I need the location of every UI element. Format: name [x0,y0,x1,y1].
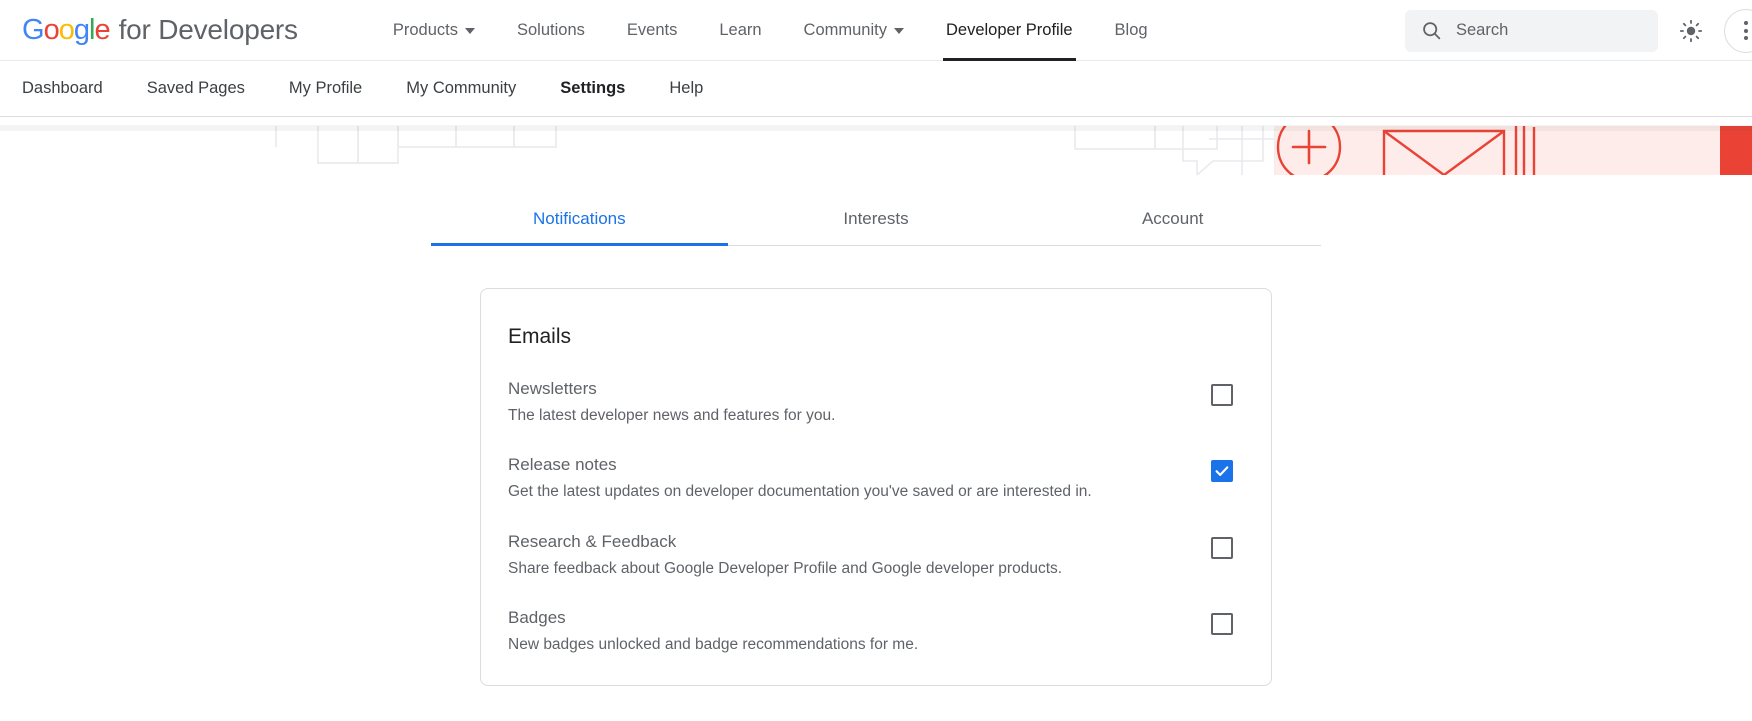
preference-row-badges: Badges New badges unlocked and badge rec… [508,608,1244,654]
checkbox-badges[interactable] [1211,613,1233,635]
subnav-label-settings: Settings [560,79,625,98]
nav-item-learn[interactable]: Learn [698,0,782,61]
nav-label-blog: Blog [1115,21,1148,40]
settings-tabs: Notifications Interests Account [431,195,1321,246]
logo-letter-o2: o [59,14,74,46]
subnav-label-saved-pages: Saved Pages [147,79,245,98]
preference-text: Badges New badges unlocked and badge rec… [508,608,918,654]
subnav-label-my-profile: My Profile [289,79,362,98]
hero-illustration [0,117,1752,175]
brightness-sun-icon[interactable] [1670,10,1712,52]
preference-text: Newsletters The latest developer news an… [508,379,835,425]
preference-description: Share feedback about Google Developer Pr… [508,559,1062,578]
preference-row-newsletters: Newsletters The latest developer news an… [508,379,1244,425]
preference-label: Release notes [508,455,1092,475]
logo-letter-e: e [94,14,109,46]
kebab-dot [1744,21,1748,25]
hero-shadow [0,125,1752,131]
google-wordmark: Google [22,14,110,47]
logo-letter-o1: o [44,14,59,46]
primary-nav: Products Solutions Events Learn Communit… [372,0,1169,61]
nav-item-blog[interactable]: Blog [1094,0,1169,61]
brand-suffix: for Developers [119,14,298,46]
preference-label: Research & Feedback [508,532,1062,552]
nav-label-community: Community [804,21,887,40]
nav-label-solutions: Solutions [517,21,585,40]
preference-description: New badges unlocked and badge recommenda… [508,635,918,654]
header-actions: Search [1405,0,1752,61]
nav-item-developer-profile[interactable]: Developer Profile [925,0,1094,61]
subnav-item-my-community[interactable]: My Community [384,61,538,117]
nav-item-products[interactable]: Products [372,0,496,61]
more-vert-icon[interactable] [1724,9,1752,53]
emails-settings-card: Emails Newsletters The latest developer … [480,288,1272,686]
chevron-down-icon [465,28,475,34]
nav-item-solutions[interactable]: Solutions [496,0,606,61]
subnav-item-my-profile[interactable]: My Profile [267,61,384,117]
checkbox-research-feedback[interactable] [1211,537,1233,559]
logo-letter-g2: g [74,14,89,46]
search-icon [1421,20,1442,41]
kebab-dot [1744,29,1748,33]
subnav-item-settings[interactable]: Settings [538,61,647,117]
tab-notifications[interactable]: Notifications [431,195,728,245]
chevron-down-icon [894,28,904,34]
preference-description: Get the latest updates on developer docu… [508,482,1092,501]
tab-label-account: Account [1142,209,1203,228]
preference-description: The latest developer news and features f… [508,406,835,425]
nav-label-products: Products [393,21,458,40]
nav-label-events: Events [627,21,677,40]
subnav-item-dashboard[interactable]: Dashboard [22,61,125,117]
hero-banner [0,117,1752,175]
profile-subnav: Dashboard Saved Pages My Profile My Comm… [0,61,1752,117]
preference-label: Badges [508,608,918,628]
tab-interests[interactable]: Interests [728,195,1025,245]
nav-label-learn: Learn [719,21,761,40]
preference-label: Newsletters [508,379,835,399]
preference-text: Release notes Get the latest updates on … [508,455,1092,501]
preference-text: Research & Feedback Share feedback about… [508,532,1062,578]
card-title: Emails [508,325,1244,349]
page-root: Google for Developers Products Solutions… [0,0,1752,721]
global-header: Google for Developers Products Solutions… [0,0,1752,61]
search-placeholder: Search [1456,21,1508,40]
hero-top-mask [0,117,1752,126]
preference-row-release-notes: Release notes Get the latest updates on … [508,455,1244,501]
nav-item-events[interactable]: Events [606,0,698,61]
tab-label-interests: Interests [843,209,908,228]
subnav-label-my-community: My Community [406,79,516,98]
subnav-item-help[interactable]: Help [647,61,725,117]
checkbox-newsletters[interactable] [1211,384,1233,406]
settings-content: Notifications Interests Account Emails N… [0,195,1752,686]
subnav-label-help: Help [669,79,703,98]
logo-letter-g1: G [22,14,44,46]
nav-item-community[interactable]: Community [783,0,925,61]
check-icon [1214,463,1230,479]
brand-logo[interactable]: Google for Developers [22,14,298,47]
checkbox-release-notes[interactable] [1211,460,1233,482]
tab-account[interactable]: Account [1024,195,1321,245]
tab-label-notifications: Notifications [533,209,626,228]
subnav-item-saved-pages[interactable]: Saved Pages [125,61,267,117]
subnav-label-dashboard: Dashboard [22,79,103,98]
preference-row-research-feedback: Research & Feedback Share feedback about… [508,532,1244,578]
nav-label-developer-profile: Developer Profile [946,21,1073,40]
kebab-dot [1744,36,1748,40]
search-input[interactable]: Search [1405,10,1658,52]
